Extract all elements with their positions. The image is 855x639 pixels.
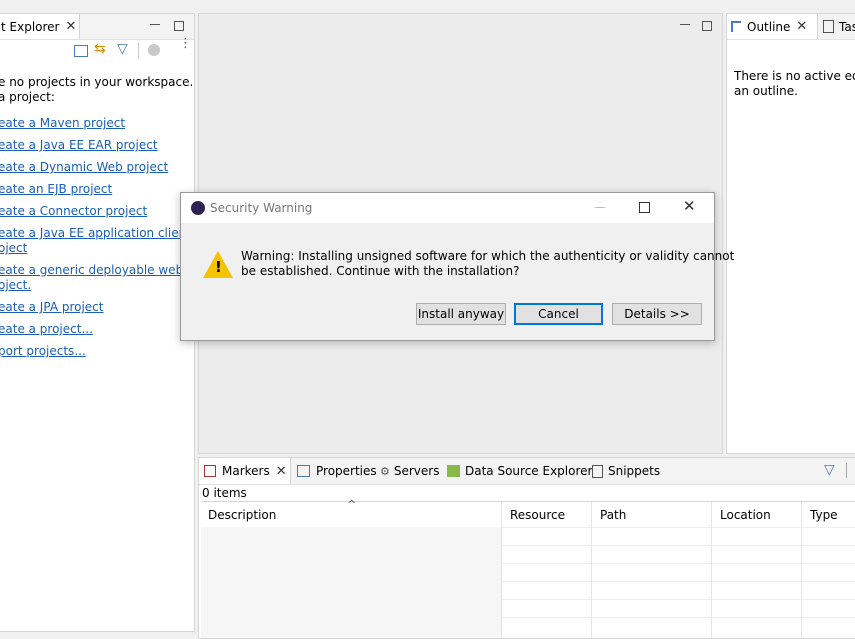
properties-icon <box>297 465 310 477</box>
tab-properties[interactable]: Properties <box>297 458 377 484</box>
link-create-app-client-project-cont[interactable]: oject <box>0 241 27 255</box>
link-create-generic-deployable-project[interactable]: eate a generic deployable web <box>0 263 183 277</box>
column-divider <box>711 502 712 638</box>
link-create-generic-deployable-project-cont[interactable]: oject. <box>0 278 31 292</box>
eclipse-icon <box>191 201 205 215</box>
view-menu-icon[interactable]: ⋮ <box>179 37 192 50</box>
project-explorer-view: t Explorer ✕ ⇆ ▽ ⋮ e no projects in your… <box>0 13 195 632</box>
tab-markers[interactable]: Markers ✕ <box>199 458 291 484</box>
column-header-path[interactable]: Path <box>592 502 712 527</box>
dialog-titlebar[interactable]: Security Warning ✕ <box>181 193 714 223</box>
close-icon[interactable]: ✕ <box>683 197 696 215</box>
empty-workspace-message: e no projects in your workspace. <box>0 75 194 89</box>
data-source-tab-label: Data Source Explorer <box>465 464 593 478</box>
toolbar-separator <box>138 43 139 59</box>
focus-icon[interactable] <box>148 44 160 56</box>
maximize-icon[interactable] <box>702 21 712 31</box>
close-icon[interactable]: ✕ <box>65 19 76 34</box>
outline-tab-label: Outline <box>747 19 791 34</box>
project-explorer-tabbar: t Explorer ✕ <box>0 14 194 40</box>
properties-tab-label: Properties <box>316 464 377 478</box>
markers-item-count: 0 items <box>202 486 247 500</box>
collapse-all-icon[interactable] <box>74 45 88 57</box>
column-header-location[interactable]: Location <box>712 502 802 527</box>
task-list-icon <box>823 20 834 33</box>
column-divider <box>801 502 802 638</box>
install-anyway-button[interactable]: Install anyway <box>416 303 506 325</box>
warning-icon-mark: ! <box>215 258 222 276</box>
maximize-icon[interactable] <box>174 21 184 31</box>
tab-tasks[interactable]: Tas <box>823 14 855 39</box>
markers-tab-label: Markers <box>222 464 270 478</box>
column-header-type[interactable]: Type <box>802 502 855 527</box>
tab-servers[interactable]: ⚙ Servers <box>380 458 439 484</box>
details-button[interactable]: Details >> <box>612 303 702 325</box>
tab-outline[interactable]: Outline ✕ <box>727 14 818 39</box>
link-create-project[interactable]: eate a project... <box>0 322 93 336</box>
outline-icon <box>731 21 741 32</box>
minimize-icon[interactable] <box>150 24 160 25</box>
security-warning-dialog: Security Warning ✕ ! Warning: Installing… <box>180 192 734 341</box>
project-explorer-tab-label: t Explorer <box>1 19 60 34</box>
servers-tab-label: Servers <box>393 464 440 478</box>
column-divider <box>591 502 592 638</box>
markers-icon <box>204 465 216 477</box>
tab-project-explorer[interactable]: t Explorer ✕ <box>0 14 80 39</box>
sort-ascending-icon: ^ <box>347 498 357 511</box>
link-create-dynamic-web-project[interactable]: eate a Dynamic Web project <box>0 160 168 174</box>
servers-icon: ⚙ <box>380 464 390 478</box>
dialog-message: Warning: Installing unsigned software fo… <box>241 249 735 263</box>
toolbar-separator <box>846 463 847 478</box>
column-type-label: Type <box>810 507 838 522</box>
link-create-jpa-project[interactable]: eate a JPA project <box>0 300 104 314</box>
minimize-icon[interactable] <box>595 207 605 208</box>
data-source-icon <box>447 465 460 477</box>
close-icon[interactable]: ✕ <box>796 19 807 34</box>
link-create-maven-project[interactable]: eate a Maven project <box>0 116 125 130</box>
dialog-title: Security Warning <box>210 201 313 215</box>
tab-snippets[interactable]: Snippets <box>592 458 660 484</box>
tab-data-source-explorer[interactable]: Data Source Explorer <box>447 458 592 484</box>
column-path-label: Path <box>600 507 627 522</box>
outline-empty-message-cont: an outline. <box>734 84 798 98</box>
link-create-java-ee-ear-project[interactable]: eate a Java EE EAR project <box>0 138 158 152</box>
link-create-connector-project[interactable]: eate a Connector project <box>0 204 147 218</box>
description-column-fill <box>201 527 501 638</box>
maximize-icon[interactable] <box>639 202 650 213</box>
filter-icon[interactable]: ▽ <box>117 41 128 57</box>
bottom-panel: Markers ✕ Properties ⚙ Servers Data Sour… <box>198 457 855 639</box>
link-import-projects[interactable]: port projects... <box>0 344 86 358</box>
column-description-label: Description <box>208 507 277 522</box>
column-resource-label: Resource <box>510 507 566 522</box>
cancel-button[interactable]: Cancel <box>514 303 603 325</box>
snippets-tab-label: Snippets <box>608 464 661 478</box>
close-icon[interactable]: ✕ <box>276 464 287 479</box>
link-with-editor-icon[interactable]: ⇆ <box>94 41 106 57</box>
outline-empty-message: There is no active edito <box>734 69 855 83</box>
column-location-label: Location <box>720 507 771 522</box>
link-create-app-client-project[interactable]: eate a Java EE application client <box>0 226 191 240</box>
tasks-tab-label: Tas <box>839 19 855 34</box>
link-create-ejb-project[interactable]: eate an EJB project <box>0 182 112 196</box>
outline-tabbar: Outline ✕ Tas <box>727 14 855 40</box>
minimize-icon[interactable] <box>680 24 690 25</box>
column-header-resource[interactable]: Resource <box>502 502 592 527</box>
column-divider <box>501 502 502 638</box>
filter-icon[interactable]: ▽ <box>824 462 835 478</box>
empty-workspace-prompt: a project: <box>0 90 55 104</box>
dialog-message-cont: be established. Continue with the instal… <box>241 264 520 278</box>
outline-view: Outline ✕ Tas There is no active edito a… <box>726 13 855 454</box>
snippets-icon <box>592 464 603 478</box>
